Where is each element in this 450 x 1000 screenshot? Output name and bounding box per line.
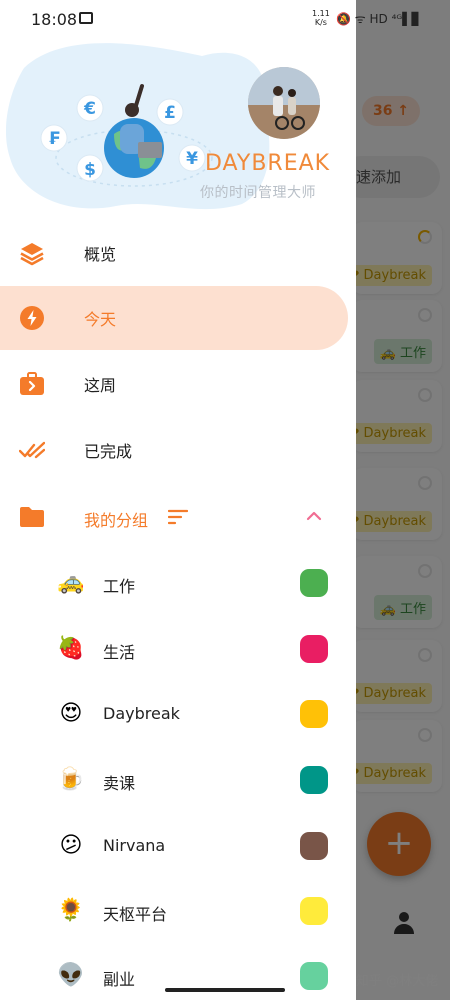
system-status-icons: 🔕 ᯤ HD ⁴ᴳ▌▊ xyxy=(336,12,421,26)
nav-label: 概览 xyxy=(84,245,117,264)
nav-item-week[interactable]: 这周 xyxy=(0,352,348,416)
status-bar: 18:08 1.11 K/s 🔕 ᯤ HD ⁴ᴳ▌▊ xyxy=(0,0,450,38)
euro-symbol: € xyxy=(83,99,96,119)
group-item-course[interactable]: 🍺 卖课 xyxy=(0,748,348,812)
group-color-swatch[interactable] xyxy=(300,766,328,794)
group-item-daybreak[interactable]: 😍 Daybreak xyxy=(0,682,348,746)
drawer-header: € £ ₣ $ ¥ DAYBREAK 你的时间管理大师 xyxy=(0,38,356,218)
nav-label: 这周 xyxy=(84,376,117,395)
taxi-icon: 🚕 xyxy=(57,570,85,595)
app-slogan: 你的时间管理大师 xyxy=(200,185,316,201)
alien-icon: 👽 xyxy=(57,963,85,988)
group-item-life[interactable]: 🍓 生活 xyxy=(0,617,348,681)
avatar[interactable] xyxy=(248,67,320,139)
group-color-swatch[interactable] xyxy=(300,569,328,597)
group-item-nirvana[interactable]: 😕 Nirvana xyxy=(0,814,348,878)
navigation-drawer: € £ ₣ $ ¥ DAYBREAK 你的时间管理大师 概览 今天 这周 已完成… xyxy=(0,0,356,1000)
group-label: 卖课 xyxy=(103,774,136,793)
group-color-swatch[interactable] xyxy=(300,962,328,990)
nav-item-done[interactable]: 已完成 xyxy=(0,418,348,482)
status-time: 18:08 xyxy=(31,10,78,29)
dollar-symbol: $ xyxy=(84,160,96,180)
heart-eyes-icon: 😍 xyxy=(59,701,83,726)
strawberry-icon: 🍓 xyxy=(57,636,85,661)
chevron-up-icon[interactable] xyxy=(306,511,322,521)
beer-icon: 🍺 xyxy=(57,767,85,792)
group-label: 生活 xyxy=(103,643,136,662)
avatar-photo xyxy=(248,67,320,139)
network-speed: 1.11 K/s xyxy=(312,9,330,27)
group-item-work[interactable]: 🚕 工作 xyxy=(0,551,348,615)
confused-face-icon: 😕 xyxy=(59,833,83,858)
franc-symbol: ₣ xyxy=(48,129,60,149)
nav-item-overview[interactable]: 概览 xyxy=(0,221,348,285)
group-color-swatch[interactable] xyxy=(300,635,328,663)
sunflower-icon: 🌻 xyxy=(57,898,85,923)
folder-icon xyxy=(20,507,44,527)
pound-symbol: £ xyxy=(164,103,176,123)
groups-header[interactable]: 我的分组 xyxy=(0,485,348,549)
group-label: 工作 xyxy=(103,577,136,596)
group-color-swatch[interactable] xyxy=(300,832,328,860)
image-notification-icon xyxy=(79,12,93,24)
group-label: 天枢平台 xyxy=(103,905,168,924)
group-color-swatch[interactable] xyxy=(300,897,328,925)
gesture-handle[interactable] xyxy=(165,988,285,992)
groups-label: 我的分组 xyxy=(84,511,149,530)
nav-item-today[interactable]: 今天 xyxy=(0,286,348,350)
nav-label: 今天 xyxy=(84,310,117,329)
group-label: Nirvana xyxy=(103,836,166,855)
group-color-swatch[interactable] xyxy=(300,700,328,728)
group-item-tianshu[interactable]: 🌻 天枢平台 xyxy=(0,879,348,943)
group-label: 副业 xyxy=(103,970,136,989)
nav-label: 已完成 xyxy=(84,442,133,461)
sort-icon[interactable] xyxy=(168,509,188,525)
briefcase-icon xyxy=(20,372,44,395)
double-check-icon xyxy=(19,441,45,459)
yen-symbol: ¥ xyxy=(186,149,198,169)
layers-icon xyxy=(20,243,44,266)
group-label: Daybreak xyxy=(103,704,180,723)
app-logo: DAYBREAK xyxy=(205,151,331,176)
lightning-icon xyxy=(20,306,44,330)
